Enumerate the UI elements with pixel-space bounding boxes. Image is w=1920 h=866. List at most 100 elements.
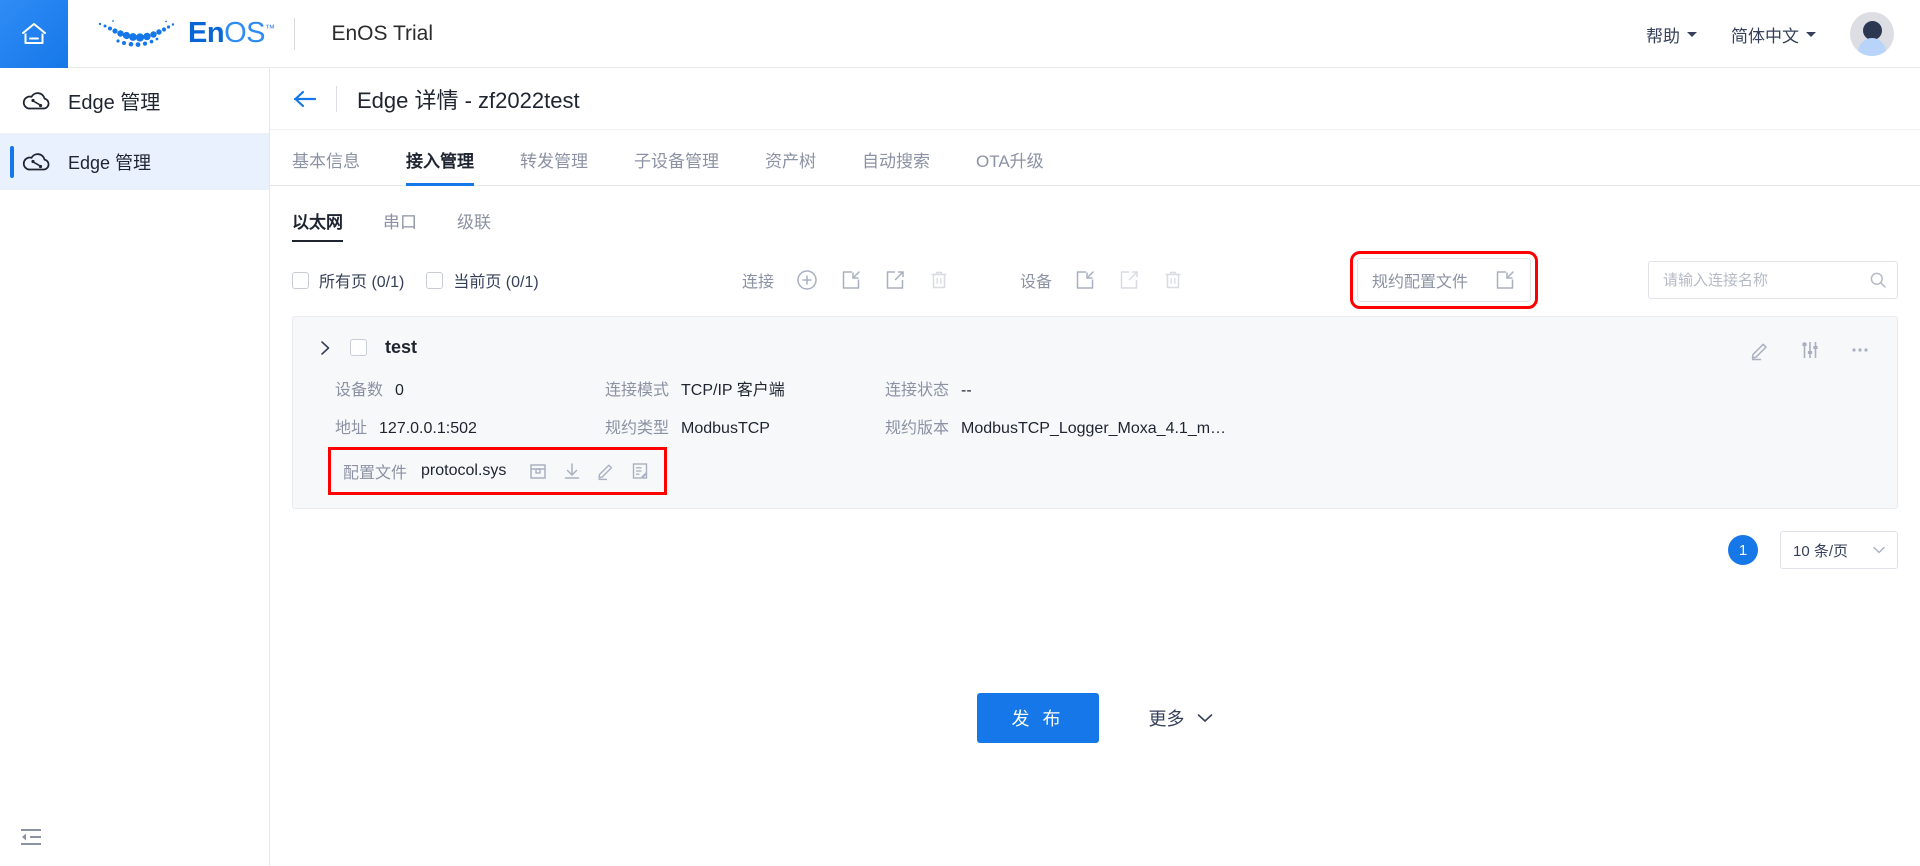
export-icon[interactable]: [884, 269, 906, 291]
config-file-name: protocol.sys: [421, 462, 507, 479]
field-value: 0: [395, 382, 404, 399]
add-circle-icon[interactable]: [796, 269, 818, 291]
collapse-sidebar-icon[interactable]: [18, 824, 44, 850]
sidebar: Edge 管理 Edge 管理: [0, 68, 270, 866]
field-connection-mode: 连接模式 TCP/IP 客户端: [605, 376, 885, 400]
select-current-page-label: 当前页 (0/1): [453, 274, 539, 291]
delete-icon[interactable]: [1162, 269, 1184, 291]
field-value: --: [961, 382, 972, 399]
upload-box-icon[interactable]: [528, 461, 548, 481]
sidebar-header: Edge 管理: [0, 68, 269, 134]
export-icon[interactable]: [1118, 269, 1140, 291]
search-icon[interactable]: [1869, 271, 1887, 289]
cloud-edge-icon: [22, 91, 50, 109]
toolbar: 所有页 (0/1) 当前页 (0/1) 连接 设备 规约配置文件 请输入连接名称: [292, 251, 1898, 309]
header-right-group: 帮助 简体中文: [1646, 0, 1894, 68]
page-number-1[interactable]: 1: [1728, 535, 1758, 565]
avatar[interactable]: [1850, 12, 1894, 56]
back-arrow-icon[interactable]: [292, 89, 318, 109]
subtab-serial[interactable]: 串口: [383, 208, 417, 242]
tab-subdevice-management[interactable]: 子设备管理: [634, 147, 719, 185]
document-edit-icon[interactable]: [630, 461, 650, 481]
import-icon[interactable]: [1074, 269, 1096, 291]
field-key: 设备数: [335, 382, 384, 399]
top-header: EnOS™ EnOS Trial 帮助 简体中文: [0, 0, 1920, 68]
connection-row-checkbox[interactable]: [350, 339, 367, 356]
subtab-ethernet[interactable]: 以太网: [292, 208, 343, 242]
language-menu[interactable]: 简体中文: [1731, 22, 1816, 47]
field-key: 连接状态: [885, 382, 950, 399]
tab-forward-management[interactable]: 转发管理: [520, 147, 588, 185]
select-current-page-checkbox[interactable]: 当前页 (0/1): [426, 268, 539, 292]
tab-basic-info[interactable]: 基本信息: [292, 147, 360, 185]
protocol-config-file-button[interactable]: 规约配置文件: [1349, 251, 1539, 309]
select-all-pages-checkbox[interactable]: 所有页 (0/1): [292, 268, 404, 292]
config-file-label: 配置文件: [343, 465, 408, 482]
field-value: ModbusTCP_Logger_Moxa_4.1_m…: [961, 420, 1227, 437]
settings-sliders-icon[interactable]: [1799, 339, 1821, 361]
field-value: 127.0.0.1:502: [379, 420, 477, 437]
footer-actions: 发 布 更多: [270, 693, 1920, 743]
field-connection-status: 连接状态 --: [885, 376, 1897, 400]
connection-card-actions: [1749, 339, 1871, 361]
sidebar-item-label: Edge 管理: [68, 153, 152, 173]
sidebar-item-edge-management[interactable]: Edge 管理: [0, 134, 269, 190]
connection-card: test 设备数 0 连接模式 TCP/IP 客户端 连接状态 -- 地址 12…: [292, 316, 1898, 509]
language-label: 简体中文: [1731, 26, 1799, 46]
search-input[interactable]: [1661, 270, 1869, 290]
subtab-cascade[interactable]: 级联: [457, 208, 491, 242]
chevron-down-icon: [1806, 31, 1816, 37]
tab-ota-upgrade[interactable]: OTA升级: [976, 147, 1044, 185]
title-divider: [336, 85, 337, 112]
brand-area: EnOS™ EnOS Trial: [68, 17, 433, 51]
toolbar-actions: 连接 设备: [742, 268, 1184, 292]
tab-access-management[interactable]: 接入管理: [406, 147, 474, 186]
field-key: 规约类型: [605, 420, 670, 437]
field-key: 规约版本: [885, 420, 950, 437]
import-icon[interactable]: [840, 269, 862, 291]
config-file-row: 配置文件 protocol.sys: [327, 447, 668, 495]
home-button[interactable]: [0, 0, 68, 68]
subtab-bar: 以太网 串口 级联: [270, 186, 1920, 242]
pagination: 1 10 条/页: [270, 531, 1898, 569]
more-ellipsis-icon[interactable]: [1849, 339, 1871, 361]
page-title: Edge 详情 - zf2022test: [357, 87, 580, 113]
chevron-down-icon: [1197, 714, 1212, 722]
selection-checkboxes: 所有页 (0/1) 当前页 (0/1): [292, 268, 539, 292]
field-value: TCP/IP 客户端: [681, 382, 785, 399]
tab-auto-discovery[interactable]: 自动搜索: [862, 147, 930, 185]
app-root: EnOS™ EnOS Trial 帮助 简体中文 Edge 管理 Edge 管理…: [0, 0, 1920, 866]
edit-pencil-icon[interactable]: [1749, 339, 1771, 361]
chevron-right-icon[interactable]: [319, 340, 332, 356]
enos-dots-icon: [98, 19, 175, 47]
field-address: 地址 127.0.0.1:502: [335, 414, 605, 438]
page-size-label: 10 条/页: [1793, 542, 1849, 560]
delete-icon[interactable]: [928, 269, 950, 291]
enos-logo[interactable]: EnOS™: [96, 17, 275, 51]
chevron-down-icon: [1873, 546, 1885, 554]
connection-group-label: 连接: [742, 274, 775, 291]
home-icon: [22, 22, 46, 44]
import-icon: [1496, 271, 1514, 289]
connection-fields: 设备数 0 连接模式 TCP/IP 客户端 连接状态 -- 地址 127.0.0…: [293, 368, 1897, 438]
field-protocol-type: 规约类型 ModbusTCP: [605, 414, 885, 438]
help-menu[interactable]: 帮助: [1646, 22, 1697, 47]
tab-asset-tree[interactable]: 资产树: [765, 147, 816, 185]
download-icon[interactable]: [562, 461, 582, 481]
avatar-body: [1858, 38, 1886, 56]
checkbox-box: [292, 271, 309, 289]
publish-button[interactable]: 发 布: [977, 693, 1099, 743]
app-title: EnOS Trial: [331, 21, 434, 45]
main-content: Edge 详情 - zf2022test 基本信息 接入管理 转发管理 子设备管…: [270, 68, 1920, 866]
field-key: 连接模式: [605, 382, 670, 399]
sidebar-header-label: Edge 管理: [68, 92, 161, 114]
page-size-select[interactable]: 10 条/页: [1780, 531, 1898, 569]
select-all-pages-label: 所有页 (0/1): [319, 274, 405, 291]
checkbox-box: [426, 271, 444, 289]
more-label: 更多: [1148, 709, 1185, 729]
connection-card-header: test: [293, 317, 1897, 368]
more-button[interactable]: 更多: [1149, 705, 1213, 731]
connection-name: test: [385, 337, 418, 357]
search-box[interactable]: [1648, 261, 1898, 299]
edit-pencil-icon[interactable]: [596, 461, 616, 481]
